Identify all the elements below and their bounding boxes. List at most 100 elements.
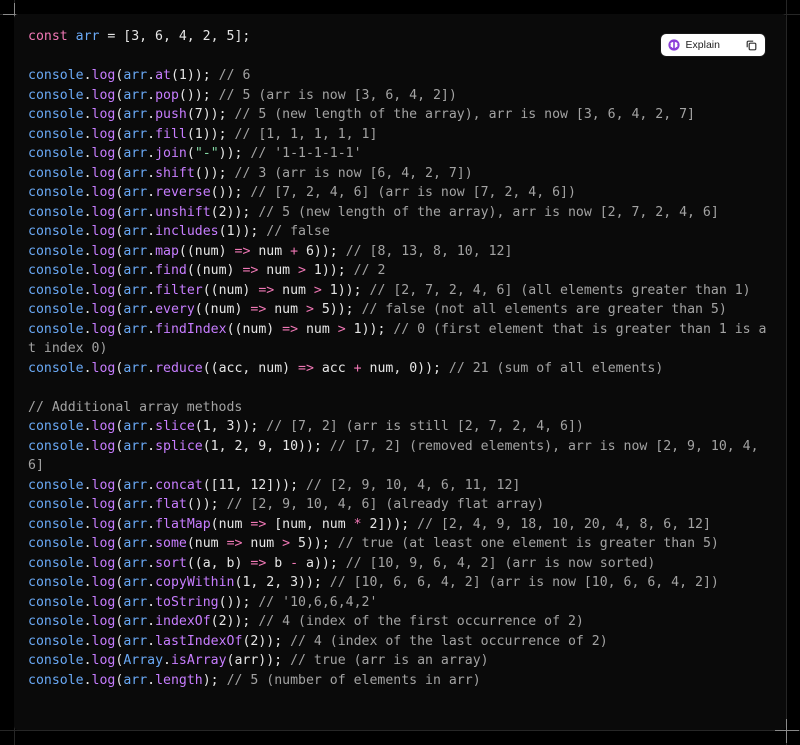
code-token: 2])); — [361, 516, 418, 532]
code-line: console.log(arr.toString()); // '10,6,6,… — [28, 593, 774, 613]
copy-button[interactable] — [744, 38, 758, 52]
code-token: splice — [155, 438, 203, 454]
code-token: 5)); — [313, 302, 362, 317]
code-token: log — [91, 575, 116, 590]
code-token: => — [242, 263, 259, 278]
code-token: log — [91, 126, 116, 142]
code-line: console.log(arr.map((num) => num + 6)); … — [28, 242, 774, 262]
code-token: console — [28, 614, 84, 629]
guide-line-right — [786, 0, 787, 745]
code-token: // 3 (arr is now [6, 4, 2, 7]) — [234, 165, 473, 181]
code-token: 6)); — [298, 243, 346, 259]
code-token: ( — [186, 146, 195, 161]
code-token: console — [28, 477, 84, 493]
code-token: Array — [123, 653, 164, 668]
code-token: console — [28, 204, 84, 220]
code-token: ((num) — [202, 282, 259, 298]
code-token: console — [28, 575, 84, 590]
code-line: console.log(arr.fill(1)); // [1, 1, 1, 1… — [28, 125, 774, 145]
code-token: // 2 — [353, 263, 386, 278]
code-token: . — [83, 243, 92, 259]
code-token: isArray — [170, 653, 227, 668]
code-token: ()); — [210, 185, 251, 200]
code-token: // false — [266, 224, 330, 239]
code-line: console.log(arr.join("-")); // '1-1-1-1-… — [28, 144, 774, 164]
code-token: // 4 (index of the first occurrence of 2… — [258, 614, 584, 629]
code-token: console — [28, 633, 84, 649]
code-token: + — [290, 243, 299, 259]
code-token: . — [147, 302, 156, 317]
code-token: . — [83, 68, 92, 83]
code-token: log — [91, 224, 116, 239]
code-line: console.log(arr.slice(1, 3)); // [7, 2] … — [28, 417, 774, 437]
code-toolbar: Explain — [660, 34, 765, 56]
code-token: log — [91, 516, 116, 532]
code-token: ((num) — [186, 263, 243, 278]
code-token: num — [250, 243, 291, 259]
code-token: console — [28, 243, 84, 259]
code-token: arr — [123, 536, 148, 551]
code-token: map — [155, 243, 179, 259]
code-line: console.log(arr.unshift(2)); // 5 (new l… — [28, 203, 774, 223]
code-token: arr — [123, 165, 148, 181]
code-token: arr — [75, 29, 100, 44]
code-token: log — [91, 243, 116, 259]
code-token: console — [28, 594, 84, 610]
code-token: . — [83, 614, 92, 629]
code-token: . — [83, 497, 92, 512]
explain-button[interactable]: Explain — [667, 39, 730, 51]
code-token: console — [28, 555, 84, 571]
code-token: length — [155, 672, 203, 688]
code-token: ()); — [218, 594, 259, 610]
code-token: . — [83, 575, 92, 590]
code-token: // 5 (arr is now [3, 6, 4, 2]) — [218, 87, 457, 103]
code-token: . — [147, 68, 156, 83]
code-token: . — [147, 204, 156, 220]
code-token: . — [83, 477, 92, 493]
code-token: // 5 (new length of the array), arr is n… — [258, 204, 719, 220]
code-token: . — [83, 165, 92, 181]
code-token: // [7, 2, 4, 6] (arr is now [7, 2, 4, 6]… — [250, 185, 576, 200]
screenshot-frame: const arr = [3, 6, 4, 2, 5]; console.log… — [0, 0, 800, 745]
code-token: arr — [123, 185, 148, 200]
code-token: arr — [123, 633, 148, 649]
code-token: [num, num — [266, 516, 354, 532]
code-token: log — [91, 653, 116, 668]
code-token: ((num) — [226, 321, 283, 337]
code-token: concat — [155, 477, 203, 493]
code-token: . — [83, 419, 92, 434]
code-token: // true (arr is an array) — [290, 653, 489, 668]
copy-icon — [746, 40, 756, 50]
code-token: // [10, 6, 6, 4, 2] (arr is now [10, 6, … — [329, 575, 719, 590]
code-line: console.log(arr.flat()); // [2, 9, 10, 4… — [28, 495, 774, 515]
code-line: console.log(arr.at(1)); // 6 — [28, 66, 774, 86]
code-token: = [3, 6, 4, 2, 5]; — [99, 29, 251, 44]
code-token: . — [83, 224, 92, 239]
code-token: log — [91, 263, 116, 278]
code-token: // '1-1-1-1-1' — [250, 146, 362, 161]
code-token: (2)); — [210, 614, 259, 629]
code-token: console — [28, 497, 84, 512]
code-token: includes — [155, 224, 219, 239]
code-token: log — [91, 68, 116, 83]
code-token: . — [147, 282, 156, 298]
code-token: reduce — [155, 360, 203, 376]
code-token: indexOf — [155, 614, 211, 629]
code-line: console.log(arr.pop()); // 5 (arr is now… — [28, 86, 774, 106]
code-token: console — [28, 302, 84, 317]
code-token: // [1, 1, 1, 1, 1] — [234, 126, 378, 142]
code-token: // [7, 2] (arr is still [2, 7, 2, 4, 6]) — [266, 419, 584, 434]
code-token: console — [28, 224, 84, 239]
code-line: // Additional array methods — [28, 398, 774, 418]
code-token: log — [91, 146, 116, 161]
code-line: console.log(arr.findIndex((num) => num >… — [28, 320, 774, 359]
code-token: ((num) — [178, 243, 235, 259]
code-block: const arr = [3, 6, 4, 2, 5]; console.log… — [14, 14, 786, 730]
code-token: console — [28, 165, 84, 181]
code-token: filter — [155, 282, 203, 298]
code-token: . — [83, 263, 92, 278]
code-token: log — [91, 360, 116, 376]
brain-icon — [667, 39, 680, 51]
code-token: console — [28, 321, 84, 337]
